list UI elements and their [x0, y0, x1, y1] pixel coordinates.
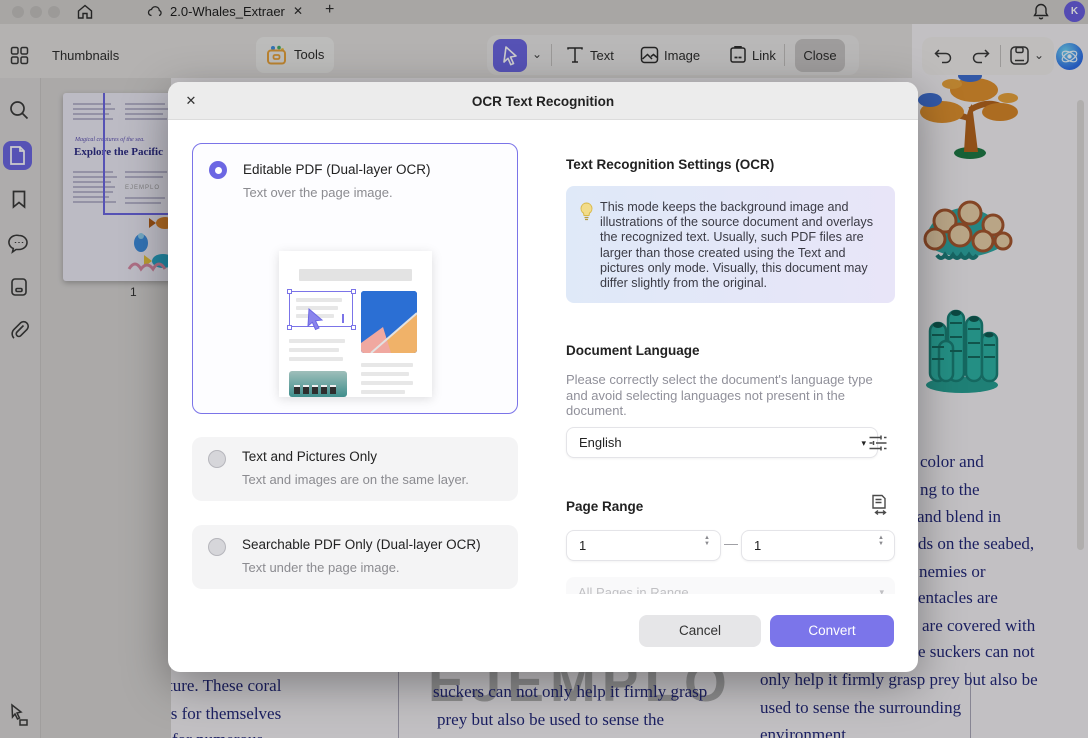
illustration-image-block	[361, 291, 417, 353]
page-to-input[interactable]: 1 ▲ ▼	[741, 530, 895, 561]
option-title: Searchable PDF Only (Dual-layer OCR)	[242, 537, 481, 552]
option-editable-pdf[interactable]: Editable PDF (Dual-layer OCR) Text over …	[192, 143, 518, 414]
radio-selected-icon[interactable]	[209, 161, 227, 179]
language-hint: Please correctly select the document's l…	[566, 372, 886, 419]
option-title: Editable PDF (Dual-layer OCR)	[243, 162, 431, 177]
cursor-arrow-icon	[305, 307, 327, 331]
info-text: This mode keeps the background image and…	[600, 200, 882, 291]
page-range-heading: Page Range	[566, 499, 643, 514]
close-icon[interactable]: ✕	[181, 91, 201, 111]
caret-down-icon: ▾	[879, 577, 884, 594]
option-subtitle: Text over the page image.	[243, 185, 393, 200]
stepper-icons[interactable]: ▲ ▼	[876, 535, 886, 547]
option-searchable-pdf[interactable]: Searchable PDF Only (Dual-layer OCR) Tex…	[192, 525, 518, 589]
illustration-photo-block	[289, 371, 347, 397]
radio-unselected-icon[interactable]	[208, 450, 226, 468]
editable-pdf-illustration	[279, 251, 432, 397]
language-select-value: English	[579, 435, 622, 450]
caret-down-icon: ▾	[861, 428, 866, 458]
option-subtitle: Text and images are on the same layer.	[242, 472, 469, 487]
stepper-icons[interactable]: ▲ ▼	[702, 535, 712, 547]
range-dash: —	[724, 535, 738, 551]
pages-mode-value: All Pages in Range	[578, 585, 689, 594]
ocr-dialog-header: OCR Text Recognition ✕	[168, 82, 918, 120]
language-settings-icon[interactable]	[868, 433, 888, 453]
radio-unselected-icon[interactable]	[208, 538, 226, 556]
convert-button[interactable]: Convert	[770, 615, 894, 647]
document-language-heading: Document Language	[566, 343, 700, 358]
ocr-dialog: OCR Text Recognition ✕ Editable PDF (Dua…	[168, 82, 918, 672]
page-to-value: 1	[754, 538, 761, 553]
info-box: This mode keeps the background image and…	[566, 186, 895, 303]
settings-heading: Text Recognition Settings (OCR)	[566, 157, 774, 172]
option-title: Text and Pictures Only	[242, 449, 377, 464]
page-from-input[interactable]: 1 ▲ ▼	[566, 530, 721, 561]
option-text-pictures-only[interactable]: Text and Pictures Only Text and images a…	[192, 437, 518, 501]
option-subtitle: Text under the page image.	[242, 560, 400, 575]
lightbulb-icon	[579, 202, 594, 222]
page-from-value: 1	[579, 538, 586, 553]
pages-mode-clipped-region: All Pages in Range ▾	[566, 577, 895, 594]
ocr-dialog-title: OCR Text Recognition	[168, 94, 918, 109]
cancel-button[interactable]: Cancel	[639, 615, 761, 647]
pages-mode-select[interactable]: All Pages in Range ▾	[566, 577, 895, 594]
language-select[interactable]: English ▾	[566, 427, 878, 458]
page-range-icon[interactable]	[869, 494, 889, 516]
